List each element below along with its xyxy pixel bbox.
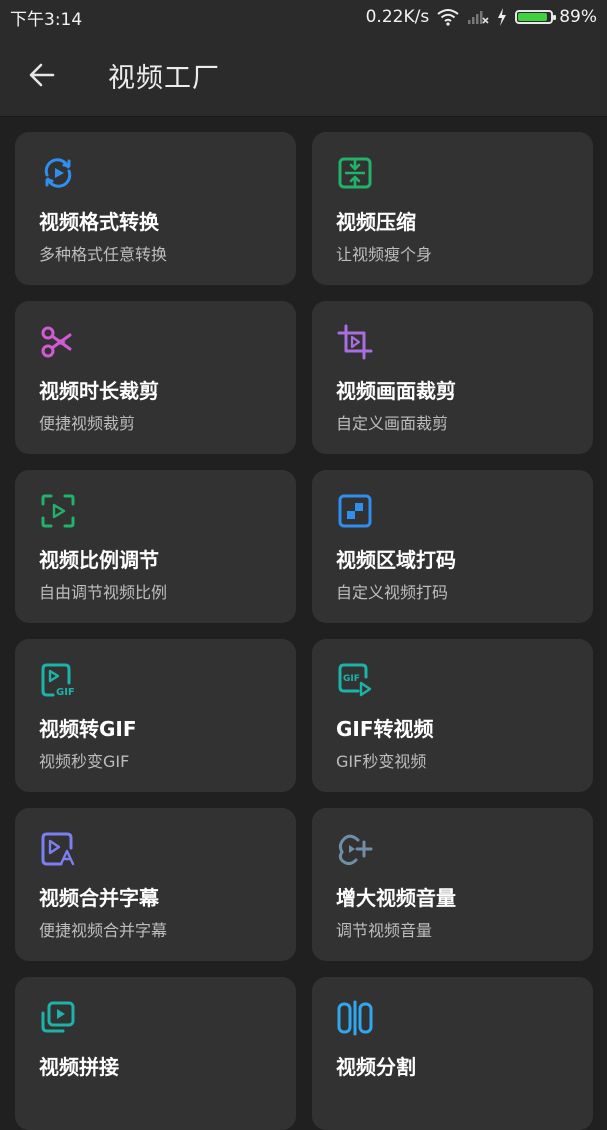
back-button[interactable] (22, 55, 62, 95)
volume-boost-icon (338, 834, 373, 866)
tool-title: 视频压缩 (336, 210, 416, 234)
tool-title: 视频格式转换 (39, 210, 159, 234)
video-convert-icon (44, 158, 72, 188)
signal-no-service-icon (468, 11, 489, 24)
tool-card-video-split[interactable]: 视频分割 (312, 977, 593, 1130)
status-icons: 0.22K/s 89% (366, 7, 597, 27)
tool-title: GIF转视频 (336, 717, 434, 741)
tool-card-video-to-gif[interactable]: GIF 视频转GIF 视频秒变GIF (15, 639, 296, 792)
subtitle-icon (41, 832, 75, 866)
tool-title: 视频转GIF (39, 717, 137, 741)
tool-subtitle: 便捷视频合并字幕 (39, 921, 168, 940)
tool-card-aspect-ratio[interactable]: 视频比例调节 自由调节视频比例 (15, 470, 296, 623)
tool-title: 视频合并字幕 (39, 886, 159, 910)
tool-subtitle: 自定义视频打码 (336, 583, 449, 602)
tool-card-compress[interactable]: 视频压缩 让视频瘦个身 (312, 132, 593, 285)
gif-to-video-icon: GIF (338, 663, 372, 697)
svg-text:GIF: GIF (56, 687, 75, 698)
tool-subtitle: 视频秒变GIF (39, 752, 130, 771)
battery-indicator: 89% (515, 7, 597, 27)
svg-text:GIF: GIF (343, 674, 360, 684)
video-merge-icon (41, 1001, 75, 1033)
app-bar: 视频工厂 (0, 34, 607, 117)
tool-subtitle: 自由调节视频比例 (39, 583, 168, 602)
tool-title: 视频分割 (336, 1055, 416, 1079)
wifi-icon (437, 9, 459, 26)
video-split-icon (337, 1000, 373, 1036)
battery-icon (515, 10, 557, 24)
tool-card-duration-trim[interactable]: 视频时长裁剪 便捷视频裁剪 (15, 301, 296, 454)
tool-card-gif-to-video[interactable]: GIF GIF转视频 GIF秒变视频 (312, 639, 593, 792)
battery-percent: 89% (559, 7, 597, 27)
tool-title: 视频区域打码 (336, 548, 456, 572)
page-title: 视频工厂 (108, 62, 220, 94)
tool-subtitle: 调节视频音量 (336, 921, 433, 940)
tool-title: 增大视频音量 (336, 886, 456, 910)
tool-card-mosaic[interactable]: 视频区域打码 自定义视频打码 (312, 470, 593, 623)
tool-card-volume-boost[interactable]: 增大视频音量 调节视频音量 (312, 808, 593, 961)
charging-bolt-icon (498, 8, 507, 26)
tool-card-subtitles[interactable]: 视频合并字幕 便捷视频合并字幕 (15, 808, 296, 961)
tool-subtitle: GIF秒变视频 (336, 752, 427, 771)
tool-card-format-convert[interactable]: 视频格式转换 多种格式任意转换 (15, 132, 296, 285)
aspect-ratio-icon (41, 494, 75, 528)
tool-title: 视频比例调节 (39, 548, 159, 572)
video-to-gif-icon: GIF (41, 663, 75, 698)
tool-title: 视频时长裁剪 (39, 379, 159, 403)
mosaic-icon (338, 494, 372, 528)
tool-subtitle: 让视频瘦个身 (336, 245, 433, 264)
scissors-icon (41, 326, 72, 358)
tool-subtitle: 便捷视频裁剪 (39, 414, 136, 433)
tool-card-frame-crop[interactable]: 视频画面裁剪 自定义画面裁剪 (312, 301, 593, 454)
tool-subtitle: 多种格式任意转换 (39, 245, 168, 264)
video-compress-icon (338, 157, 372, 189)
status-time: 下午3:14 (10, 9, 83, 30)
crop-icon (337, 324, 373, 360)
tool-card-video-merge[interactable]: 视频拼接 (15, 977, 296, 1130)
network-speed: 0.22K/s (365, 7, 430, 27)
tool-title: 视频拼接 (39, 1055, 119, 1079)
arrow-left-icon (29, 63, 55, 87)
tool-title: 视频画面裁剪 (336, 379, 456, 403)
tool-grid: 视频格式转换 多种格式任意转换 视频压缩 让视频瘦个身 视频时长裁剪 便捷视频裁… (15, 132, 593, 1130)
status-bar: 下午3:14 0.22K/s 89% (0, 0, 607, 34)
tool-subtitle: 自定义画面裁剪 (336, 414, 449, 433)
